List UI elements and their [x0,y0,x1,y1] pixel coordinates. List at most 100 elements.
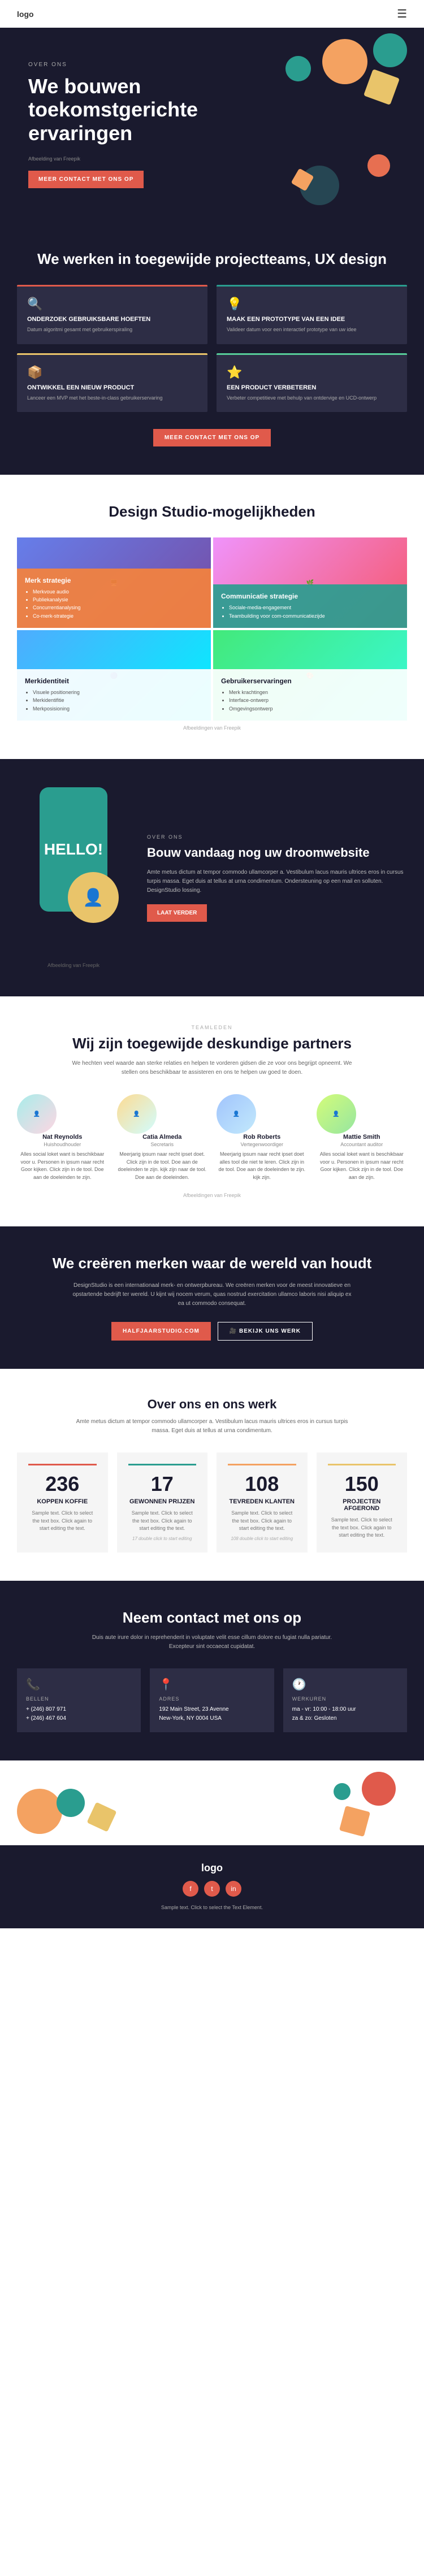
stat-text-0: Sample text. Click to select the text bo… [28,1510,97,1533]
stat-editing-hint-2: 108 double click to start editing [228,1536,296,1541]
stat-number-0: 236 [28,1472,97,1496]
partners-tag: TEAMLEDEN [17,1025,407,1030]
dream-image-credit: Afbeelding van Freepik [17,962,130,968]
stat-text-1: Sample text. Click to select the text bo… [128,1510,197,1533]
phone-mockup: HELLO! 👤 [40,787,107,912]
contact-value-0: + (246) 807 971 + (246) 467 604 [26,1705,132,1723]
team-card-title-1: MAAK EEN PROTOTYPE VAN EEN IDEE [227,316,397,323]
partner-role-0: Huishoudhouder [17,1142,108,1147]
partner-name-3: Mattie Smith [317,1134,408,1140]
stat-label-0: KOPPEN KOFFIE [28,1498,97,1505]
partner-card-2: 👤 Rob Roberts Vertegenwoordiger Meerjari… [217,1094,308,1181]
stat-text-2: Sample text. Click to select the text bo… [228,1510,296,1533]
work-text: Amte metus dictum at tempor commodo ulla… [71,1417,353,1436]
shape-orange-circle [322,39,367,84]
stat-label-3: PROJECTEN AFGEROND [328,1498,396,1512]
partners-text: We hechten veel waarde aan sterke relati… [71,1059,353,1077]
social-linkedin-icon[interactable]: in [226,1881,241,1897]
design-card-0: 🖥️ Merk strategie Merkvoue audio Publiek… [17,537,211,628]
work-section: Over ons en ons werk Amte metus dictum a… [0,1369,424,1581]
design-card-title-0: Merk strategie [25,576,203,584]
design-card-list-3: Merk krachtingen Interface-ontwerp Omgev… [221,688,399,713]
person-circle: 👤 [68,872,119,923]
design-card-title-3: Gebruikerservaringen [221,677,399,685]
list-item: Omgevingsontwerp [229,705,399,713]
footer-shape-6 [339,1806,370,1837]
partner-text-3: Alles social loket want is beschikbaar v… [317,1151,408,1181]
contact-section: Neem contact met ons op Duis aute irure … [0,1581,424,1760]
partner-text-1: Meerjarig ipsum naar recht ipset doet. C… [117,1151,208,1181]
partner-card-3: 👤 Mattie Smith Accountant auditor Alles … [317,1094,408,1181]
stat-editing-hint-1: 17 double click to start editing [128,1536,197,1541]
list-item: Co-merk-strategie [33,612,203,620]
shape-red-circle [367,154,390,177]
list-item: Publiekanalysie [33,596,203,604]
stat-number-1: 17 [128,1472,197,1496]
footer-shape-4 [362,1772,396,1806]
team-card-icon-3: ⭐ [227,365,397,380]
contact-grid: 📞 BELLEN + (246) 807 971 + (246) 467 604… [17,1668,407,1732]
stat-card-3: 150 PROJECTEN AFGEROND Sample text. Clic… [317,1452,408,1552]
design-card-2: 🔵 Merkidentiteit Visuele positionering M… [17,630,211,721]
dream-title: Bouw vandaag nog uw droomwebsite [147,845,407,860]
design-card-overlay-3: Gebruikerservaringen Merk krachtingen In… [213,669,407,721]
stat-card-2: 108 TEVREDEN KLANTEN Sample text. Click … [217,1452,308,1552]
footer-shape-5 [334,1783,351,1800]
list-item: Teambuilding voor com-communicatiezijde [229,612,399,620]
partner-card-0: 👤 Nat Reynolds Huishoudhouder Alles soci… [17,1094,108,1181]
footer-decorative-shapes [0,1760,424,1845]
brand-section: We creëren merken waar de wereld van hou… [0,1226,424,1369]
team-card-text-1: Valideer datum voor een interactief prot… [227,326,397,334]
design-card-1: 🌿 Communicatie strategie Sociale-media-e… [213,537,407,628]
footer: logo f t in Sample text. Click to select… [0,1845,424,1928]
navigation: logo ☰ [0,0,424,28]
team-card-2: 📦 ONTWIKKEL EEN NIEUW PRODUCT Lanceer ee… [17,353,207,413]
menu-icon[interactable]: ☰ [397,7,407,21]
dream-image-container: HELLO! 👤 Afbeelding van Freepik [17,787,130,968]
brand-primary-button[interactable]: HALFJAARSTUDIO.COM [111,1322,211,1341]
team-card-icon-2: 📦 [27,365,197,380]
stat-bar-2 [228,1464,296,1465]
contact-text: Duis aute irure dolor in reprehenderit i… [85,1633,339,1651]
teams-cta-button[interactable]: MEER CONTACT MET ONS OP [153,429,271,446]
team-card-text-0: Datum algoritmi gesamt met gebruikerspir… [27,326,197,334]
partner-avatar-2: 👤 [217,1094,256,1134]
contact-card-2: 🕐 WERKUREN ma - vr: 10:00 - 18:00 uur za… [283,1668,407,1732]
hero-section: OVER ONS We bouwen toekomstgerichte erva… [0,28,424,222]
stat-card-1: 17 GEWONNEN PRIJZEN Sample text. Click t… [117,1452,208,1552]
shape-orange-rect [291,168,314,192]
brand-buttons: HALFJAARSTUDIO.COM 🎥 BEKIJK UNS WERK [17,1322,407,1341]
contact-card-0: 📞 BELLEN + (246) 807 971 + (246) 467 604 [17,1668,141,1732]
design-image-credit: Afbeeldingen van Freepik [17,725,407,731]
logo: logo [17,10,34,19]
contact-value-2: ma - vr: 10:00 - 18:00 uur za & zo: Gesl… [292,1705,398,1723]
brand-title: We creëren merken waar de wereld van hou… [17,1255,407,1272]
contact-label-1: ADRES [159,1696,265,1702]
dream-cta-button[interactable]: LAAT VERDER [147,904,207,922]
dream-content: OVER ONS Bouw vandaag nog uw droomwebsit… [147,834,407,922]
shape-teal-circle-2 [285,56,311,81]
contact-icon-0: 📞 [26,1677,132,1692]
stat-label-1: GEWONNEN PRIJZEN [128,1498,197,1505]
footer-shape-1 [17,1789,62,1834]
list-item: Merk krachtingen [229,688,399,696]
hero-cta-button[interactable]: MEER CONTACT MET ONS OP [28,171,144,188]
hero-image-credit: Afbeelding van Freepik [28,156,226,162]
brand-secondary-button[interactable]: 🎥 BEKIJK UNS WERK [218,1322,313,1341]
shape-dark-circle [300,166,339,205]
shape-teal-circle [373,33,407,67]
social-facebook-icon[interactable]: f [183,1881,198,1897]
stat-bar-0 [28,1464,97,1465]
partner-avatar-0: 👤 [17,1094,57,1134]
list-item: Visuele positionering [33,688,203,696]
hero-decorative-shapes [226,28,424,222]
dream-text: Amte metus dictum at tempor commodo ulla… [147,868,407,895]
shape-yellow-rect [364,69,400,105]
partners-grid: 👤 Nat Reynolds Huishoudhouder Alles soci… [17,1094,407,1181]
design-card-overlay-2: Merkidentiteit Visuele positionering Mer… [17,669,211,721]
social-twitter-icon[interactable]: t [204,1881,220,1897]
footer-shape-3 [86,1802,116,1832]
dream-section: HELLO! 👤 Afbeelding van Freepik OVER ONS… [0,759,424,996]
team-card-title-2: ONTWIKKEL EEN NIEUW PRODUCT [27,384,197,391]
contact-card-1: 📍 ADRES 192 Main Street, 23 Avenne New-Y… [150,1668,274,1732]
